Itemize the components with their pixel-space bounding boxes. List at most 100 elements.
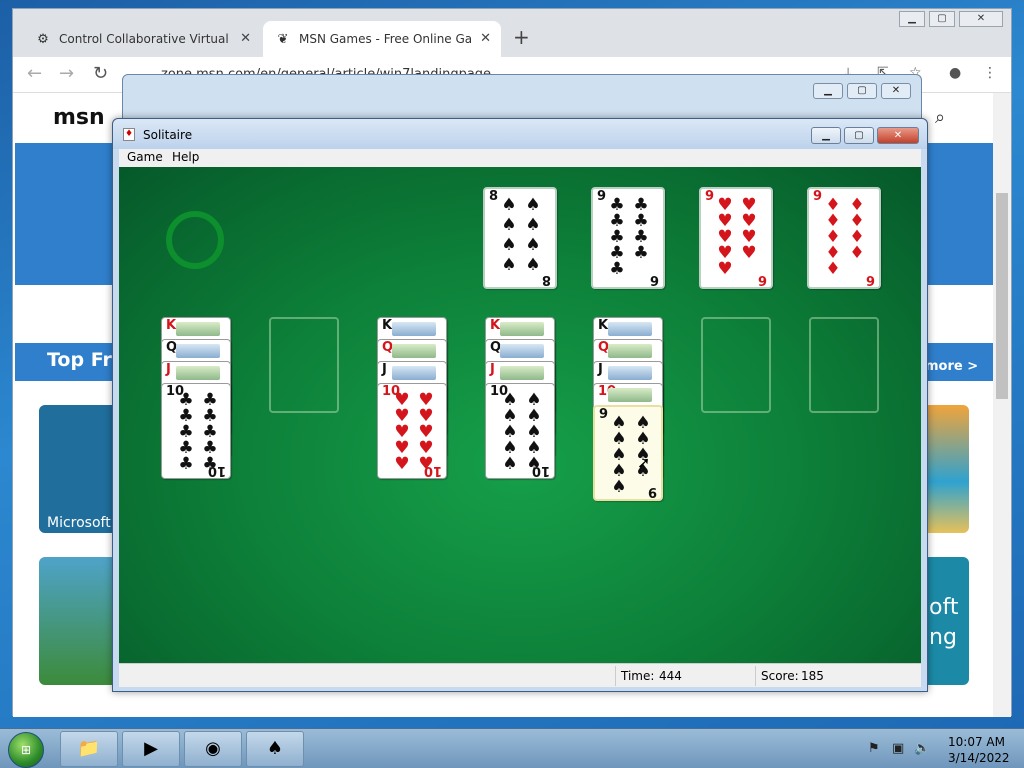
- game-tile-label: oft ng: [929, 595, 959, 650]
- volume-icon[interactable]: 🔈: [914, 741, 930, 756]
- empty-tableau-slot[interactable]: [269, 317, 339, 413]
- maximize-button[interactable]: ▢: [929, 11, 955, 27]
- suit-pip: ♦: [849, 243, 865, 263]
- suit-pip: ♠: [501, 235, 517, 255]
- mouse-pointer-icon: ➚: [637, 453, 651, 472]
- tab-vm[interactable]: ⚙ Control Collaborative Virtual Ma ✕: [23, 21, 261, 57]
- time-value: 444: [659, 669, 682, 683]
- card-pips: ♠ ♠ ♠ ♠ ♠ ♠ ♠ ♠: [497, 197, 545, 277]
- tab-title: Control Collaborative Virtual Ma: [59, 32, 231, 46]
- score-value: 185: [801, 669, 824, 683]
- maximize-button[interactable]: ▢: [847, 83, 877, 99]
- suit-pip: ♣: [633, 243, 649, 263]
- card-rank-bottom: 10: [207, 463, 226, 478]
- close-button[interactable]: ✕: [881, 83, 911, 99]
- card-pips: ♣ ♣ ♣ ♣ ♣ ♣ ♣ ♣ ♣ ♣: [174, 392, 222, 474]
- face-card-art: [608, 366, 652, 380]
- tableau-card[interactable]: 10 ♠ ♠ ♠ ♠ ♠ ♠ ♠ ♠ ♠ ♠ 10: [485, 383, 555, 479]
- face-card-art: [500, 344, 544, 358]
- card-rank: J: [598, 362, 603, 377]
- back-icon[interactable]: ←: [27, 63, 42, 84]
- face-card-art: [500, 366, 544, 380]
- close-button[interactable]: ✕: [877, 127, 919, 144]
- msn-logo[interactable]: msn: [53, 105, 105, 130]
- game-tile[interactable]: [39, 405, 119, 533]
- window-controls: ▁ ▢ ✕: [813, 83, 911, 99]
- foundation-pile[interactable]: 8 ♠ ♠ ♠ ♠ ♠ ♠ ♠ ♠ 8: [483, 187, 557, 289]
- suit-pip: ♠: [525, 235, 541, 255]
- msn-butterfly-icon: ❦: [277, 31, 289, 47]
- tableau-card[interactable]: 10 ♣ ♣ ♣ ♣ ♣ ♣ ♣ ♣ ♣ ♣ 10: [161, 383, 231, 479]
- card-rank: K: [490, 318, 501, 333]
- foundation-pile[interactable]: 9 ♣ ♣ ♣ ♣ ♣ ♣ ♣ ♣ ♣ 6: [591, 187, 665, 289]
- network-icon[interactable]: ▣: [892, 741, 904, 756]
- vm-icon: ⚙: [37, 31, 49, 47]
- card-rank-bottom: 6: [757, 272, 767, 287]
- suit-pip: ♠: [525, 215, 541, 235]
- foundation-pile[interactable]: 9 ♥ ♥ ♥ ♥ ♥ ♥ ♥ ♥ ♥ 6: [699, 187, 773, 289]
- card-rank: K: [166, 318, 177, 333]
- suit-pip: ♥: [741, 243, 757, 263]
- minimize-button[interactable]: ▁: [813, 83, 843, 99]
- close-button[interactable]: ✕: [959, 11, 1003, 27]
- card-rank: J: [166, 362, 171, 377]
- forward-icon[interactable]: →: [59, 63, 74, 84]
- start-button[interactable]: ⊞: [8, 732, 44, 768]
- face-card-art: [608, 388, 652, 402]
- tableau-card[interactable]: 9 ♠ ♠ ♠ ♠ ♠ ♠ ♠ ♠ ♠ 9: [593, 405, 663, 501]
- empty-tableau-slot[interactable]: [701, 317, 771, 413]
- taskbar: ⊞ 📁 ▶ ◉ ♠ ⚑ ▣ 🔈 10:07 AM 3/14/2022: [0, 728, 1024, 768]
- card-rank: K: [598, 318, 609, 333]
- stock-empty-recycle-icon[interactable]: [166, 211, 224, 269]
- suit-pip: ♦: [825, 259, 841, 279]
- menu-icon[interactable]: ⋮: [983, 65, 997, 81]
- tab-strip: ⚙ Control Collaborative Virtual Ma ✕ ❦ M…: [13, 9, 1011, 57]
- maximize-button[interactable]: ▢: [844, 127, 874, 144]
- page-scrollbar[interactable]: [993, 93, 1011, 717]
- tableau-card[interactable]: 10 ♥ ♥ ♥ ♥ ♥ ♥ ♥ ♥ ♥ ♥ 10: [377, 383, 447, 479]
- minimize-button[interactable]: ▁: [899, 11, 925, 27]
- tab-msn-games[interactable]: ❦ MSN Games - Free Online Games ✕: [263, 21, 501, 57]
- solitaire-titlebar[interactable]: ♦ Solitaire ▁ ▢ ✕: [113, 119, 927, 149]
- window-title: Solitaire: [143, 128, 193, 142]
- status-divider: [615, 666, 616, 686]
- face-card-art: [608, 322, 652, 336]
- status-divider: [755, 666, 756, 686]
- explorer-icon[interactable]: 📁: [60, 731, 118, 767]
- score-label: Score:: [761, 669, 799, 683]
- minimize-button[interactable]: ▁: [811, 127, 841, 144]
- reload-icon[interactable]: ↻: [93, 63, 108, 84]
- face-card-art: [176, 344, 220, 358]
- clock-date[interactable]: 3/14/2022: [948, 751, 1010, 765]
- scroll-thumb[interactable]: [996, 193, 1008, 399]
- foundation-pile[interactable]: 9 ♦ ♦ ♦ ♦ ♦ ♦ ♦ ♦ ♦ 6: [807, 187, 881, 289]
- menu-game[interactable]: Game: [127, 150, 163, 164]
- menu-help[interactable]: Help: [172, 150, 199, 164]
- suit-pip: ♠: [502, 454, 518, 474]
- new-tab-icon[interactable]: +: [513, 25, 530, 49]
- clock-time[interactable]: 10:07 AM: [948, 735, 1005, 749]
- suit-pip: ♣: [178, 454, 194, 474]
- face-card-art: [176, 366, 220, 380]
- chrome-icon[interactable]: ◉: [184, 731, 242, 767]
- card-rank: K: [382, 318, 393, 333]
- tab-title: MSN Games - Free Online Games: [299, 32, 471, 46]
- face-card-art: [392, 344, 436, 358]
- game-tile[interactable]: [923, 405, 969, 533]
- close-icon[interactable]: ✕: [240, 31, 251, 46]
- card-rank-bottom: 10: [531, 463, 550, 478]
- empty-tableau-slot[interactable]: [809, 317, 879, 413]
- suit-pip: ♣: [609, 259, 625, 279]
- solitaire-app-icon: ♦: [123, 128, 135, 141]
- profile-icon[interactable]: ●: [949, 65, 961, 81]
- game-tile[interactable]: [39, 557, 119, 685]
- more-link[interactable]: more >: [925, 359, 978, 374]
- card-rank-bottom: 6: [649, 272, 659, 287]
- search-icon[interactable]: ⌕: [935, 107, 945, 128]
- face-card-art: [392, 366, 436, 380]
- face-card-art: [608, 344, 652, 358]
- action-center-icon[interactable]: ⚑: [868, 741, 880, 756]
- media-player-icon[interactable]: ▶: [122, 731, 180, 767]
- solitaire-icon[interactable]: ♠: [246, 731, 304, 767]
- close-icon[interactable]: ✕: [480, 31, 491, 46]
